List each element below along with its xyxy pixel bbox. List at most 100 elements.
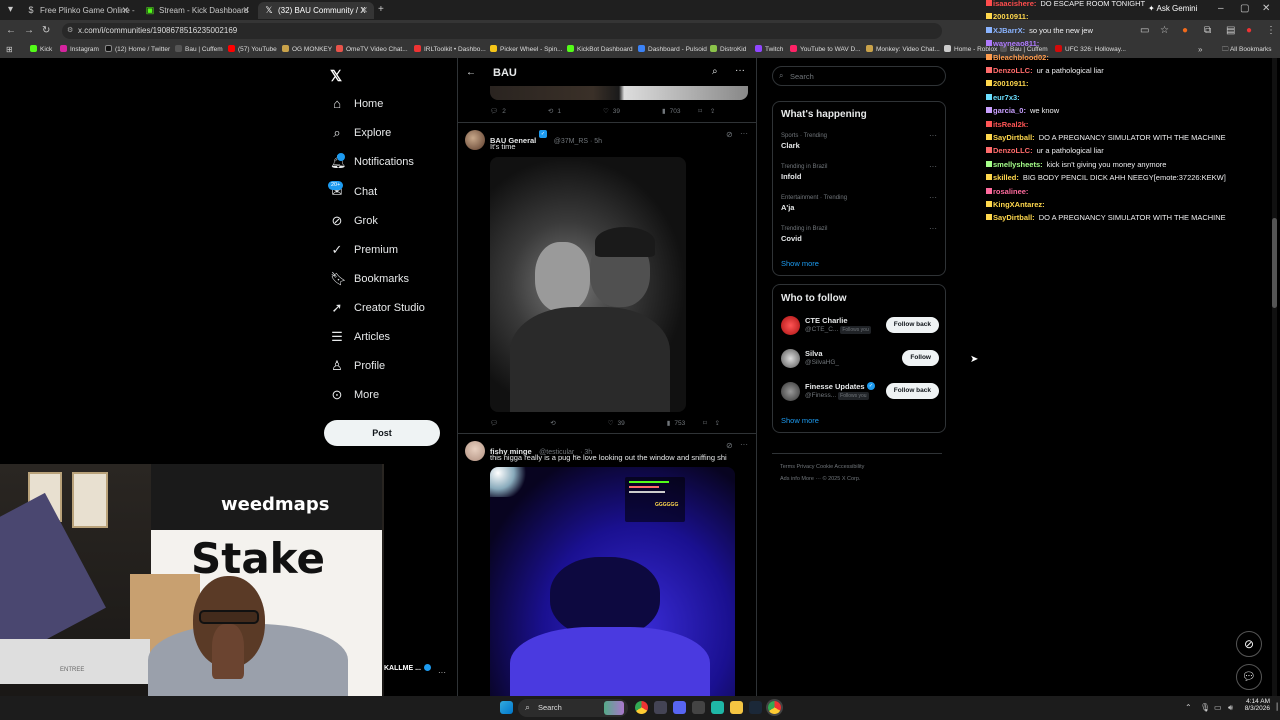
more-bookmarks-icon[interactable]: » [1198, 44, 1202, 56]
bookmark-icon[interactable]: ⌑ [698, 107, 701, 115]
show-more-link[interactable]: Show more [781, 416, 819, 425]
steam-icon[interactable] [749, 701, 762, 714]
chat-username[interactable]: isaacishere: [993, 0, 1036, 8]
chrome-active-icon[interactable] [768, 701, 781, 714]
tweet-media-partial[interactable] [490, 86, 748, 100]
file-explorer-icon[interactable] [730, 701, 743, 714]
follow-back-button[interactable]: Follow back [885, 383, 939, 399]
retweet-icon[interactable]: ⟲ [550, 419, 555, 427]
bookmark-og-monkey[interactable]: OG MONKEY [282, 45, 332, 55]
new-tab-button[interactable]: + [378, 4, 384, 16]
chat-username[interactable]: rosalinee: [993, 187, 1028, 196]
close-icon[interactable]: ✕ [121, 5, 129, 16]
chat-username[interactable]: 20010911: [993, 12, 1028, 21]
footer-links[interactable]: Terms Privacy Cookie Accessibility [780, 464, 864, 470]
tab-list-icon[interactable]: ▾ [8, 4, 13, 16]
chat-username[interactable]: eur7x3: [993, 93, 1020, 102]
site-info-icon[interactable]: ⚙ [67, 23, 73, 39]
bookmark-twitch[interactable]: Twitch [755, 45, 783, 55]
more-icon[interactable]: ··· [929, 193, 937, 202]
bookmark-instagram[interactable]: Instagram [60, 45, 99, 55]
discord-icon[interactable] [673, 701, 686, 714]
back-icon[interactable]: ← [6, 25, 16, 37]
more-icon[interactable]: ··· [740, 129, 748, 138]
bookmark-picker-wheel[interactable]: Picker Wheel - Spin... [490, 45, 563, 55]
bookmark-youtube-wav[interactable]: YouTube to WAV D... [790, 45, 861, 55]
chat-username[interactable]: itsReal2k: [993, 120, 1028, 129]
extensions-puzzle-icon[interactable]: ⧉ [1204, 25, 1211, 37]
nav-home[interactable]: ⌂ Home [330, 97, 383, 111]
bookmark-youtube[interactable]: (57) YouTube [228, 45, 277, 55]
scrollbar-thumb[interactable] [1272, 218, 1277, 308]
follow-suggestion[interactable]: Finesse Updates ✓ @Finess... Follows you … [781, 380, 939, 404]
sidebar-icon[interactable]: ▤ [1226, 25, 1235, 37]
trend-item[interactable]: Entertainment · Trending A'ja [781, 195, 847, 212]
avatar[interactable] [781, 382, 800, 401]
more-icon[interactable]: ··· [929, 131, 937, 140]
search-icon[interactable]: ⌕ [712, 66, 718, 77]
address-input[interactable]: ⚙ x.com/i/communities/190867851623500216… [62, 23, 942, 39]
close-icon[interactable]: ✕ [360, 5, 368, 16]
bookmark-bau-cuffem[interactable]: Bau | Cuffem [175, 45, 223, 55]
app-icon[interactable] [711, 701, 724, 714]
more-icon[interactable]: ··· [438, 668, 446, 677]
chat-username[interactable]: garcia_0: [993, 106, 1026, 115]
tab-plinko[interactable]: $ Free Plinko Game Online - Play ✕ [20, 2, 135, 19]
bookmark-monkey[interactable]: Monkey: Video Chat... [866, 45, 940, 55]
bookmark-distrokid[interactable]: DistroKid [710, 45, 746, 55]
trend-item[interactable]: Trending in Brazil Covid [781, 226, 827, 243]
taskbar-search[interactable]: ⌕ Search [518, 699, 628, 717]
tab-bau-community[interactable]: 𝕏 (32) BAU Community / X ✕ [258, 2, 374, 19]
share-icon[interactable]: ⇪ [710, 107, 715, 115]
nav-articles[interactable]: ☰ Articles [330, 330, 390, 344]
bookmark-pulsoid[interactable]: Dashboard - Pulsoid [638, 45, 707, 55]
clock[interactable]: 4:14 AM 8/3/2026 [1240, 698, 1270, 712]
ask-gemini-button[interactable]: ✦ Ask Gemini [1148, 4, 1197, 13]
follow-suggestion[interactable]: Silva @SilvaHG_ Follow [781, 347, 939, 371]
tray-chevron-icon[interactable]: ⌃ [1185, 702, 1192, 714]
post-button[interactable]: Post [324, 420, 440, 446]
forward-icon[interactable]: → [24, 25, 34, 37]
close-icon[interactable]: ✕ [242, 5, 250, 16]
follow-back-button[interactable]: Follow back [885, 317, 939, 333]
more-icon[interactable]: ··· [735, 65, 745, 76]
x-logo-icon[interactable]: 𝕏 [330, 67, 342, 85]
profile-avatar-icon[interactable]: ● [1246, 25, 1252, 37]
notification-icon[interactable]: ▕ [1272, 702, 1277, 714]
chat-username[interactable]: 20010911: [993, 79, 1028, 88]
nav-creator-studio[interactable]: ➚ Creator Studio [330, 301, 425, 315]
avatar[interactable] [465, 130, 485, 150]
close-window-icon[interactable]: ✕ [1262, 3, 1270, 15]
chat-username[interactable]: wayneao811: [993, 39, 1039, 48]
star-icon[interactable]: ☆ [1160, 25, 1169, 37]
trend-item[interactable]: Sports · Trending Clark [781, 133, 827, 150]
nav-bookmarks[interactable]: 🔖︎ Bookmarks [330, 272, 409, 286]
avatar[interactable] [781, 349, 800, 368]
messages-float-icon[interactable]: 💬︎ [1236, 664, 1262, 690]
chat-username[interactable]: smellysheets: [993, 160, 1043, 169]
share-icon[interactable]: ⇪ [715, 419, 720, 427]
avatar[interactable] [465, 441, 485, 461]
follow-button[interactable]: Follow [902, 350, 939, 366]
search-input[interactable]: ⌕ Search [772, 66, 946, 86]
menu-icon[interactable]: ⋮ [1266, 25, 1276, 37]
nav-premium[interactable]: ✓ Premium [330, 243, 398, 257]
nav-profile[interactable]: ♙ Profile [330, 359, 385, 373]
grok-float-icon[interactable]: ⊘ [1236, 631, 1262, 657]
tweet-photo[interactable] [490, 157, 686, 412]
network-icon[interactable]: ▭ [1214, 702, 1222, 714]
chat-username[interactable]: Bleachblood02: [993, 53, 1049, 62]
chrome-icon[interactable] [635, 701, 648, 714]
chat-username[interactable]: DenzoLLC: [993, 146, 1033, 155]
views-icon[interactable]: ▮ [667, 419, 671, 427]
grok-icon[interactable]: ⊘ [726, 441, 733, 450]
maximize-icon[interactable]: ▢ [1240, 3, 1249, 15]
bookmark-irltoolkit[interactable]: IRLToolkit • Dashbo... [414, 45, 486, 55]
bookmark-kick[interactable]: Kick [30, 45, 52, 55]
nav-explore[interactable]: ⌕ Explore [330, 126, 391, 140]
chat-username[interactable]: XJBarrX: [993, 26, 1025, 35]
nav-more[interactable]: ⊙ More [330, 388, 380, 402]
tab-kick-dashboard[interactable]: ▣ Stream - Kick Dashboard ✕ [139, 2, 256, 19]
chat-username[interactable]: KingXAntarez: [993, 200, 1045, 209]
all-bookmarks[interactable]: 🗀 All Bookmarks [1222, 45, 1272, 55]
